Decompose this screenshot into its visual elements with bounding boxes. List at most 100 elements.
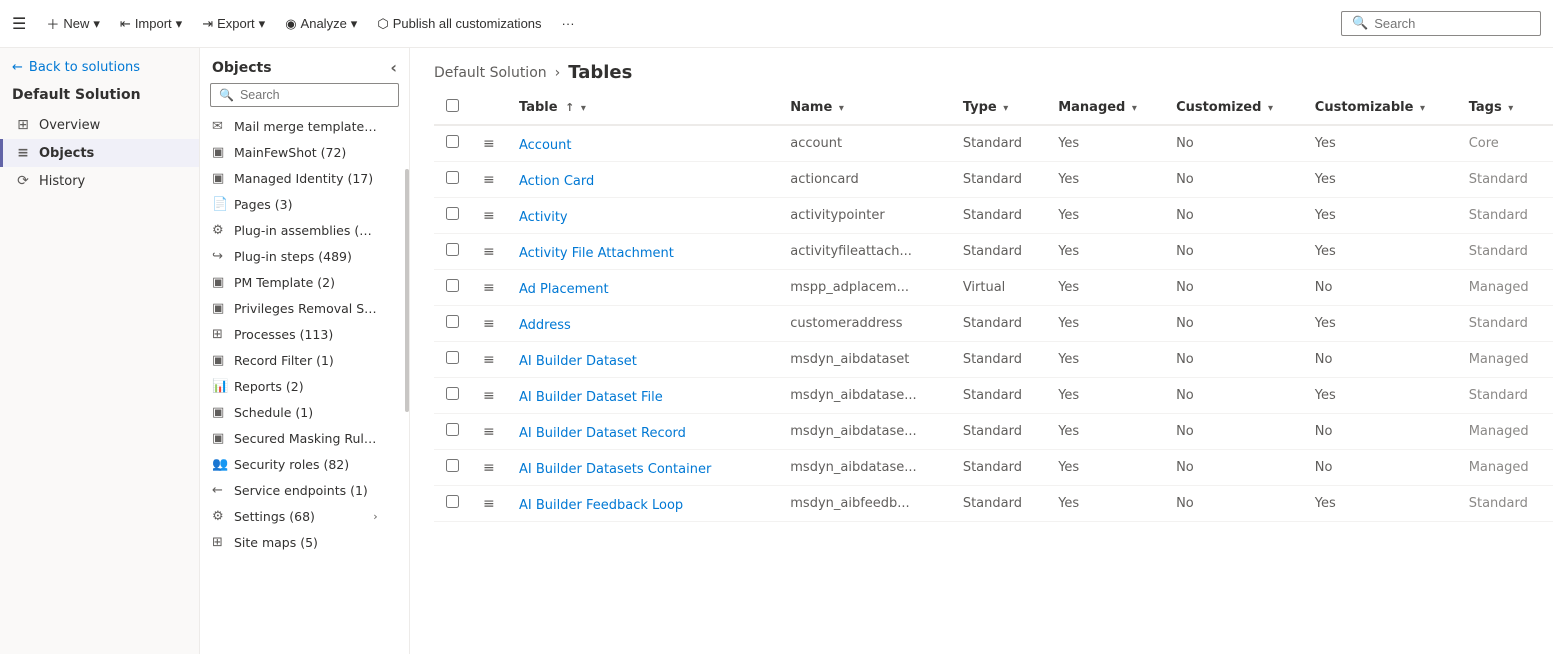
objects-list-item-security-roles[interactable]: 👥Security roles (82)···	[200, 451, 409, 477]
row-checkbox-cell[interactable]	[434, 414, 471, 450]
toolbar-search[interactable]: 🔍	[1341, 11, 1541, 36]
row-managed-value: Yes	[1058, 388, 1079, 403]
th-customized[interactable]: Customized ▾	[1164, 91, 1303, 125]
row-customized-cell: No	[1164, 162, 1303, 198]
row-table-cell: Ad Placement ⋮	[507, 270, 778, 306]
row-table-name[interactable]: AI Builder Dataset Record	[519, 426, 686, 441]
objects-list-item-plugin-assemblies[interactable]: ⚙Plug-in assemblies (55)···	[200, 217, 409, 243]
objects-list-item-reports[interactable]: 📊Reports (2)···	[200, 373, 409, 399]
hamburger-icon[interactable]: ☰	[12, 14, 26, 33]
back-to-solutions[interactable]: ← Back to solutions	[0, 48, 199, 83]
customized-col-dropdown-icon[interactable]: ▾	[1268, 103, 1273, 114]
objects-list-item-mail-merge[interactable]: ✉Mail merge templates (6)···	[200, 113, 409, 139]
table-col-dropdown-icon[interactable]: ▾	[581, 103, 586, 114]
row-checkbox-cell[interactable]	[434, 125, 471, 162]
table-row: ≡ AI Builder Datasets Container ⋮ msdyn_…	[434, 450, 1553, 486]
objects-list-item-record-filter[interactable]: ▣Record Filter (1)···	[200, 347, 409, 373]
row-checkbox-cell[interactable]	[434, 234, 471, 270]
th-name[interactable]: Name ▾	[778, 91, 951, 125]
row-checkbox[interactable]	[446, 315, 459, 328]
row-table-name[interactable]: Activity File Attachment	[519, 246, 674, 261]
publish-icon: ⬡	[377, 16, 388, 32]
row-name-value: msdyn_aibfeedb...	[790, 496, 909, 511]
row-checkbox-cell[interactable]	[434, 198, 471, 234]
sidebar-item-objects[interactable]: ≡ Objects	[0, 139, 199, 167]
row-checkbox-cell[interactable]	[434, 270, 471, 306]
row-table-name[interactable]: Activity	[519, 210, 568, 225]
row-tags-value: Managed	[1469, 424, 1529, 439]
objects-list-item-processes[interactable]: ⊞Processes (113)···	[200, 321, 409, 347]
row-checkbox[interactable]	[446, 495, 459, 508]
row-table-name[interactable]: Ad Placement	[519, 282, 609, 297]
th-customizable[interactable]: Customizable ▾	[1303, 91, 1457, 125]
row-checkbox[interactable]	[446, 135, 459, 148]
objects-list-item-mainfewshot[interactable]: ▣MainFewShot (72)···	[200, 139, 409, 165]
objects-list-item-schedule[interactable]: ▣Schedule (1)···	[200, 399, 409, 425]
row-table-name[interactable]: Address	[519, 318, 571, 333]
breadcrumb-parent[interactable]: Default Solution	[434, 65, 547, 81]
row-checkbox[interactable]	[446, 207, 459, 220]
th-managed[interactable]: Managed ▾	[1046, 91, 1164, 125]
objects-list-item-service-endpoints[interactable]: ←Service endpoints (1)···	[200, 477, 409, 503]
back-arrow-icon: ←	[12, 60, 23, 75]
managed-col-dropdown-icon[interactable]: ▾	[1132, 103, 1137, 114]
select-all-checkbox[interactable]	[446, 99, 459, 112]
table-row: ≡ Action Card ⋮ actioncard Standard Yes …	[434, 162, 1553, 198]
step-icon: ↪	[212, 249, 228, 264]
row-checkbox-cell[interactable]	[434, 342, 471, 378]
obj-expand-icon[interactable]: ›	[373, 510, 377, 523]
row-table-name[interactable]: AI Builder Datasets Container	[519, 462, 711, 477]
analyze-button[interactable]: ◉ Analyze ▾	[277, 12, 365, 36]
th-tags[interactable]: Tags ▾	[1457, 91, 1553, 125]
row-checkbox[interactable]	[446, 243, 459, 256]
row-checkbox-cell[interactable]	[434, 162, 471, 198]
row-table-name[interactable]: AI Builder Dataset	[519, 354, 637, 369]
row-checkbox[interactable]	[446, 279, 459, 292]
row-checkbox-cell[interactable]	[434, 378, 471, 414]
obj-label: Processes (113)	[234, 327, 378, 342]
import-button[interactable]: ⇤ Import ▾	[112, 12, 190, 36]
row-managed-value: Yes	[1058, 280, 1079, 295]
objects-scrollbar-thumb[interactable]	[405, 169, 409, 411]
objects-list-item-pages[interactable]: 📄Pages (3)···	[200, 191, 409, 217]
objects-list-item-secured-masking[interactable]: ▣Secured Masking Rule (6)···	[200, 425, 409, 451]
objects-search-input[interactable]	[240, 88, 390, 102]
row-checkbox[interactable]	[446, 459, 459, 472]
row-checkbox-cell[interactable]	[434, 306, 471, 342]
objects-search-container[interactable]: 🔍	[210, 83, 399, 107]
name-col-dropdown-icon[interactable]: ▾	[839, 103, 844, 114]
search-input[interactable]	[1374, 16, 1514, 31]
sidebar-item-history[interactable]: ⟳ History	[0, 167, 199, 195]
publish-button[interactable]: ⬡ Publish all customizations	[369, 12, 549, 36]
row-tags-value: Standard	[1469, 388, 1528, 403]
row-table-name[interactable]: AI Builder Dataset File	[519, 390, 663, 405]
objects-list-item-pm-template[interactable]: ▣PM Template (2)···	[200, 269, 409, 295]
row-checkbox[interactable]	[446, 423, 459, 436]
row-checkbox-cell[interactable]	[434, 450, 471, 486]
page-icon: 📄	[212, 197, 228, 212]
row-checkbox-cell[interactable]	[434, 486, 471, 522]
sidebar-item-overview[interactable]: ⊞ Overview	[0, 111, 199, 139]
row-checkbox[interactable]	[446, 387, 459, 400]
objects-list-item-managed-identity[interactable]: ▣Managed Identity (17)···	[200, 165, 409, 191]
row-table-name[interactable]: Account	[519, 138, 572, 153]
th-table[interactable]: Table ↑ ▾	[507, 91, 778, 125]
row-table-name[interactable]: Action Card	[519, 174, 594, 189]
row-checkbox[interactable]	[446, 171, 459, 184]
th-type[interactable]: Type ▾	[951, 91, 1046, 125]
row-checkbox[interactable]	[446, 351, 459, 364]
objects-list-item-plugin-steps[interactable]: ↪Plug-in steps (489)···	[200, 243, 409, 269]
new-button[interactable]: ＋ New ▾	[38, 10, 108, 37]
th-select[interactable]	[434, 91, 471, 125]
objects-list-item-privileges-removal[interactable]: ▣Privileges Removal S... (3)···	[200, 295, 409, 321]
objects-list-item-settings[interactable]: ⚙Settings (68)›···	[200, 503, 409, 529]
row-table-name[interactable]: AI Builder Feedback Loop	[519, 498, 683, 513]
export-button[interactable]: ⇥ Export ▾	[194, 12, 273, 36]
customizable-col-dropdown-icon[interactable]: ▾	[1420, 103, 1425, 114]
collapse-icon[interactable]: ‹	[390, 58, 397, 77]
type-col-dropdown-icon[interactable]: ▾	[1003, 103, 1008, 114]
row-name-value: msdyn_aibdataset	[790, 352, 909, 367]
objects-list-item-site-maps[interactable]: ⊞Site maps (5)···	[200, 529, 409, 555]
tags-col-dropdown-icon[interactable]: ▾	[1508, 103, 1513, 114]
more-button[interactable]: ···	[554, 12, 583, 35]
